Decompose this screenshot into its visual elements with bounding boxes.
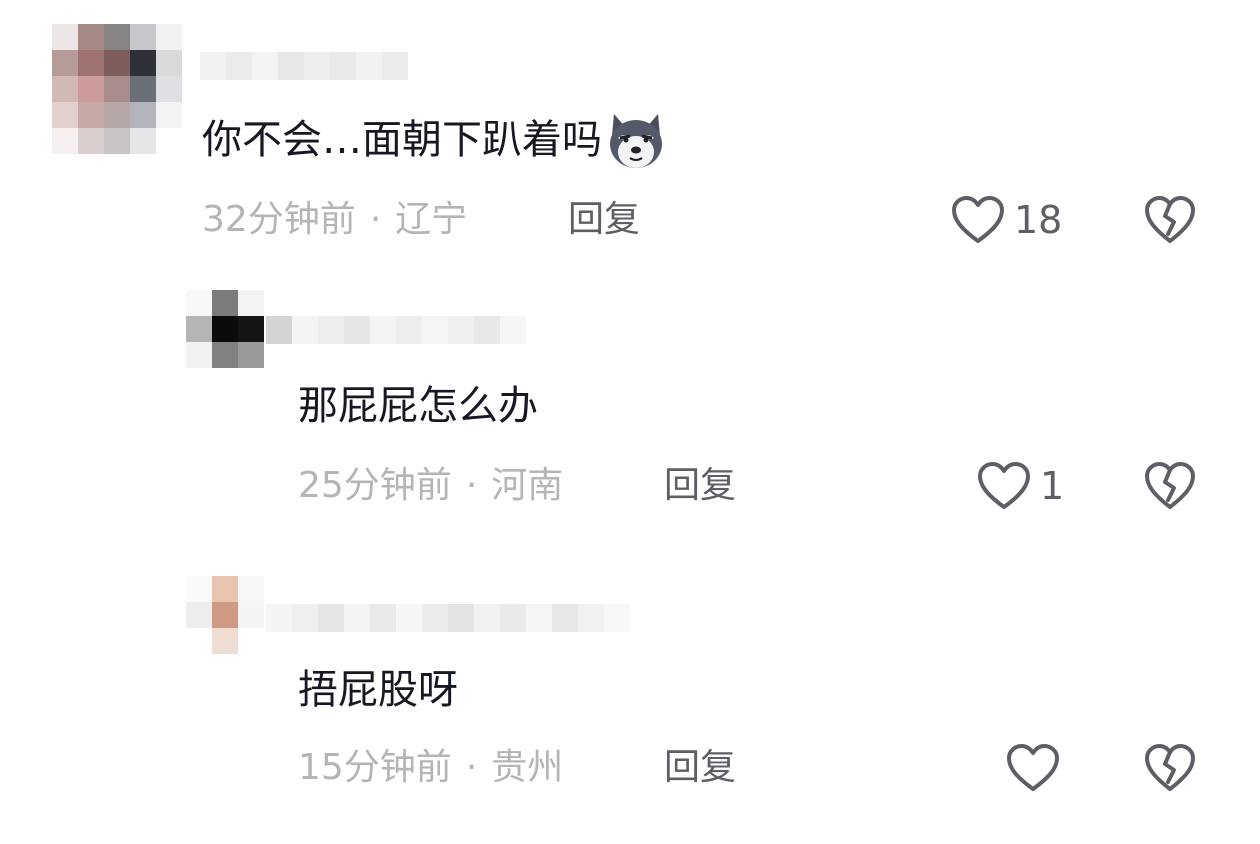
username[interactable] [266, 604, 630, 632]
comment-time: 25分钟前 [298, 465, 452, 506]
broken-heart-icon [1145, 196, 1195, 243]
comment-body: 那屁屁怎么办 [298, 383, 538, 429]
comment-location: 辽宁 [395, 199, 468, 240]
avatar[interactable] [186, 576, 264, 654]
comment-item: 捂屁股呀 15分钟前 · 贵州 回复 [0, 550, 1260, 844]
comment-time: 32分钟前 [202, 199, 356, 240]
like-count: 18 [1014, 198, 1063, 242]
broken-heart-icon [1145, 744, 1195, 791]
comment-text: 那屁屁怎么办 [298, 380, 538, 432]
dislike-button[interactable] [1143, 460, 1197, 516]
broken-heart-icon [1145, 462, 1195, 509]
reply-button[interactable]: 回复 [568, 196, 640, 244]
comment-time: 15分钟前 [298, 747, 452, 788]
heart-icon [978, 462, 1030, 509]
meta-separator: · [369, 199, 382, 240]
heart-icon [952, 196, 1004, 243]
meta-separator: · [465, 747, 478, 788]
like-count: 1 [1040, 464, 1065, 508]
comment-meta: 32分钟前 · 辽宁 [202, 196, 467, 244]
husky-dog-emoji [610, 114, 662, 168]
comment-body: 你不会…面朝下趴着吗 [202, 117, 602, 163]
dislike-button[interactable] [1143, 742, 1197, 798]
avatar[interactable] [186, 290, 264, 368]
like-button[interactable] [1005, 742, 1069, 794]
like-button[interactable]: 1 [976, 460, 1064, 512]
comment-text: 捂屁股呀 [298, 664, 458, 716]
comment-body: 捂屁股呀 [298, 667, 458, 713]
meta-separator: · [465, 465, 478, 506]
reply-button[interactable]: 回复 [664, 744, 736, 792]
username[interactable] [266, 316, 526, 344]
comment-item: 你不会…面朝下趴着吗 32分钟前 · 辽宁 回复 18 [0, 0, 1260, 270]
comment-meta: 25分钟前 · 河南 [298, 462, 563, 510]
heart-icon [1007, 744, 1059, 791]
like-button[interactable]: 18 [950, 194, 1062, 246]
comment-meta: 15分钟前 · 贵州 [298, 744, 563, 792]
comment-text: 你不会…面朝下趴着吗 [202, 108, 668, 172]
reply-button[interactable]: 回复 [664, 462, 736, 510]
avatar[interactable] [52, 24, 182, 154]
comment-location: 贵州 [491, 747, 564, 788]
comment-item: 那屁屁怎么办 25分钟前 · 河南 回复 1 [0, 270, 1260, 550]
dislike-button[interactable] [1143, 194, 1197, 250]
comment-location: 河南 [491, 465, 564, 506]
username[interactable] [200, 52, 408, 80]
